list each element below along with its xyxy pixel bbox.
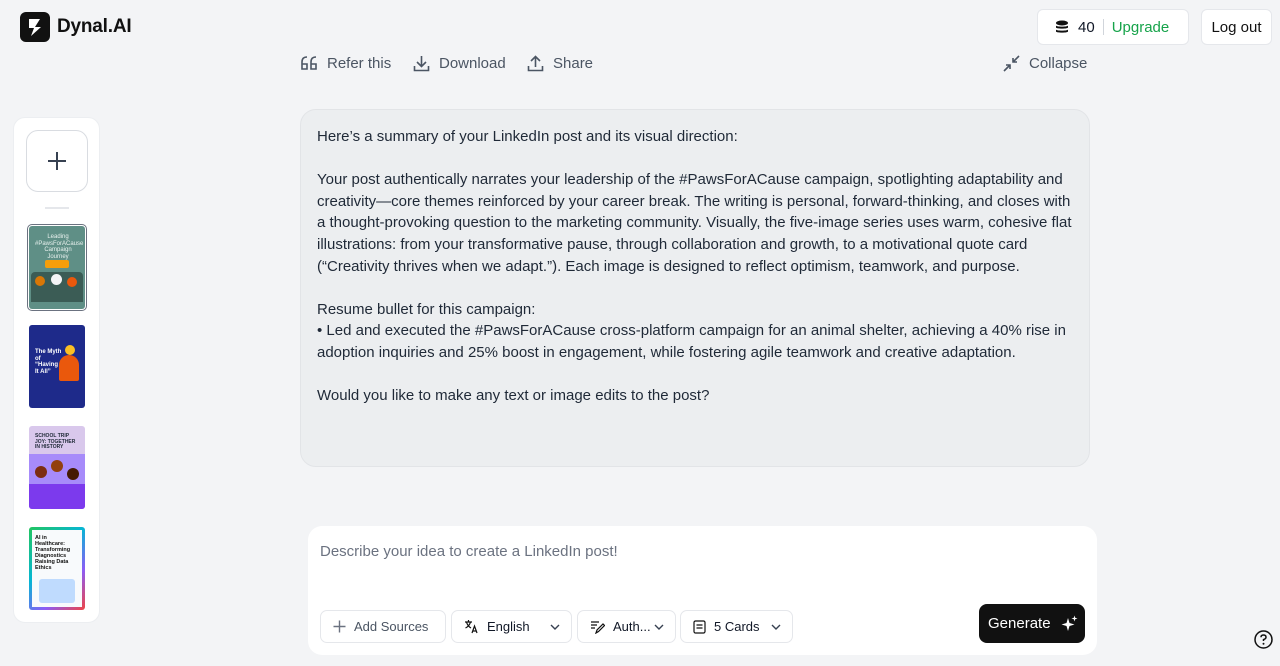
plus-icon bbox=[333, 620, 346, 633]
generate-button[interactable]: Generate bbox=[979, 604, 1085, 643]
credits-separator bbox=[1102, 19, 1104, 35]
new-post-button[interactable] bbox=[26, 130, 88, 192]
translate-icon bbox=[465, 620, 478, 634]
add-sources-button[interactable]: Add Sources bbox=[320, 610, 446, 643]
refer-button[interactable]: Refer this bbox=[301, 55, 391, 72]
share-label: Share bbox=[553, 55, 594, 72]
share-button[interactable]: Share bbox=[527, 55, 593, 72]
credits-widget: 40 Upgrade bbox=[1037, 9, 1189, 45]
app-logo[interactable]: Dynal.AI bbox=[20, 12, 132, 42]
collapse-icon bbox=[1003, 55, 1020, 72]
credits-count: 40 bbox=[1078, 18, 1095, 36]
logout-button[interactable]: Log out bbox=[1201, 9, 1272, 45]
chevron-down-icon bbox=[654, 624, 664, 630]
download-label: Download bbox=[439, 55, 506, 72]
post-thumbnail-3[interactable]: SCHOOL TRIP JOY: TOGETHER IN HISTORY bbox=[29, 426, 85, 509]
message-intro: Here’s a summary of your LinkedIn post a… bbox=[317, 128, 738, 145]
generate-label: Generate bbox=[988, 615, 1051, 632]
tone-select[interactable]: Auth... bbox=[577, 610, 676, 643]
thumbnail-illustration bbox=[59, 355, 79, 381]
prompt-composer: Describe your idea to create a LinkedIn … bbox=[308, 526, 1097, 655]
help-icon bbox=[1254, 630, 1273, 649]
message-question: Would you like to make any text or image… bbox=[317, 387, 710, 405]
thumbnail-tag bbox=[45, 260, 69, 268]
document-icon bbox=[693, 619, 706, 634]
resume-heading: Resume bullet for this campaign: bbox=[317, 300, 536, 318]
cards-value: 5 Cards bbox=[714, 619, 760, 634]
download-button[interactable]: Download bbox=[413, 55, 506, 72]
app-name: Dynal.AI bbox=[57, 16, 132, 37]
language-select[interactable]: English bbox=[451, 610, 572, 643]
post-thumbnail-2[interactable]: The Myth of “Having It All” bbox=[29, 325, 85, 408]
collapse-label: Collapse bbox=[1029, 55, 1088, 72]
chevron-down-icon bbox=[771, 624, 781, 630]
quote-icon bbox=[301, 56, 317, 70]
thumbnail-illustration bbox=[31, 272, 83, 302]
assistant-message: Here’s a summary of your LinkedIn post a… bbox=[300, 109, 1090, 467]
prompt-input[interactable]: Describe your idea to create a LinkedIn … bbox=[320, 543, 618, 560]
refer-label: Refer this bbox=[327, 55, 392, 72]
thumbnail-title: AI in Healthcare: Transforming Diagnosti… bbox=[35, 535, 71, 572]
help-button[interactable] bbox=[1254, 630, 1273, 654]
thumbnail-illustration bbox=[29, 454, 85, 509]
sparkles-icon bbox=[1061, 615, 1078, 631]
pen-lines-icon bbox=[591, 621, 605, 634]
tone-value: Auth... bbox=[613, 619, 651, 634]
thumbnail-title: SCHOOL TRIP JOY: TOGETHER IN HISTORY bbox=[35, 433, 76, 450]
upgrade-link[interactable]: Upgrade bbox=[1112, 19, 1170, 36]
sidebar-divider bbox=[45, 207, 69, 209]
language-value: English bbox=[487, 619, 530, 634]
logo-mark-icon bbox=[20, 12, 50, 42]
coins-icon bbox=[1056, 20, 1068, 33]
collapse-button[interactable]: Collapse bbox=[1003, 55, 1087, 72]
resume-bullet: • Led and executed the #PawsForACause cr… bbox=[317, 322, 1066, 361]
share-icon bbox=[527, 55, 544, 72]
chevron-down-icon bbox=[550, 624, 560, 630]
add-sources-label: Add Sources bbox=[354, 619, 429, 634]
download-icon bbox=[413, 56, 430, 72]
cards-select[interactable]: 5 Cards bbox=[680, 610, 793, 643]
thumbnail-illustration bbox=[39, 579, 75, 603]
post-sidebar: Leading #PawsForACause Campaign Journey … bbox=[13, 117, 100, 623]
post-thumbnail-4[interactable]: AI in Healthcare: Transforming Diagnosti… bbox=[29, 527, 85, 610]
post-thumbnail-1[interactable]: Leading #PawsForACause Campaign Journey bbox=[27, 224, 87, 311]
message-summary: Your post authentically narrates your le… bbox=[317, 171, 1072, 275]
thumbnail-title: Leading #PawsForACause Campaign Journey bbox=[35, 234, 84, 260]
plus-icon bbox=[48, 152, 66, 170]
